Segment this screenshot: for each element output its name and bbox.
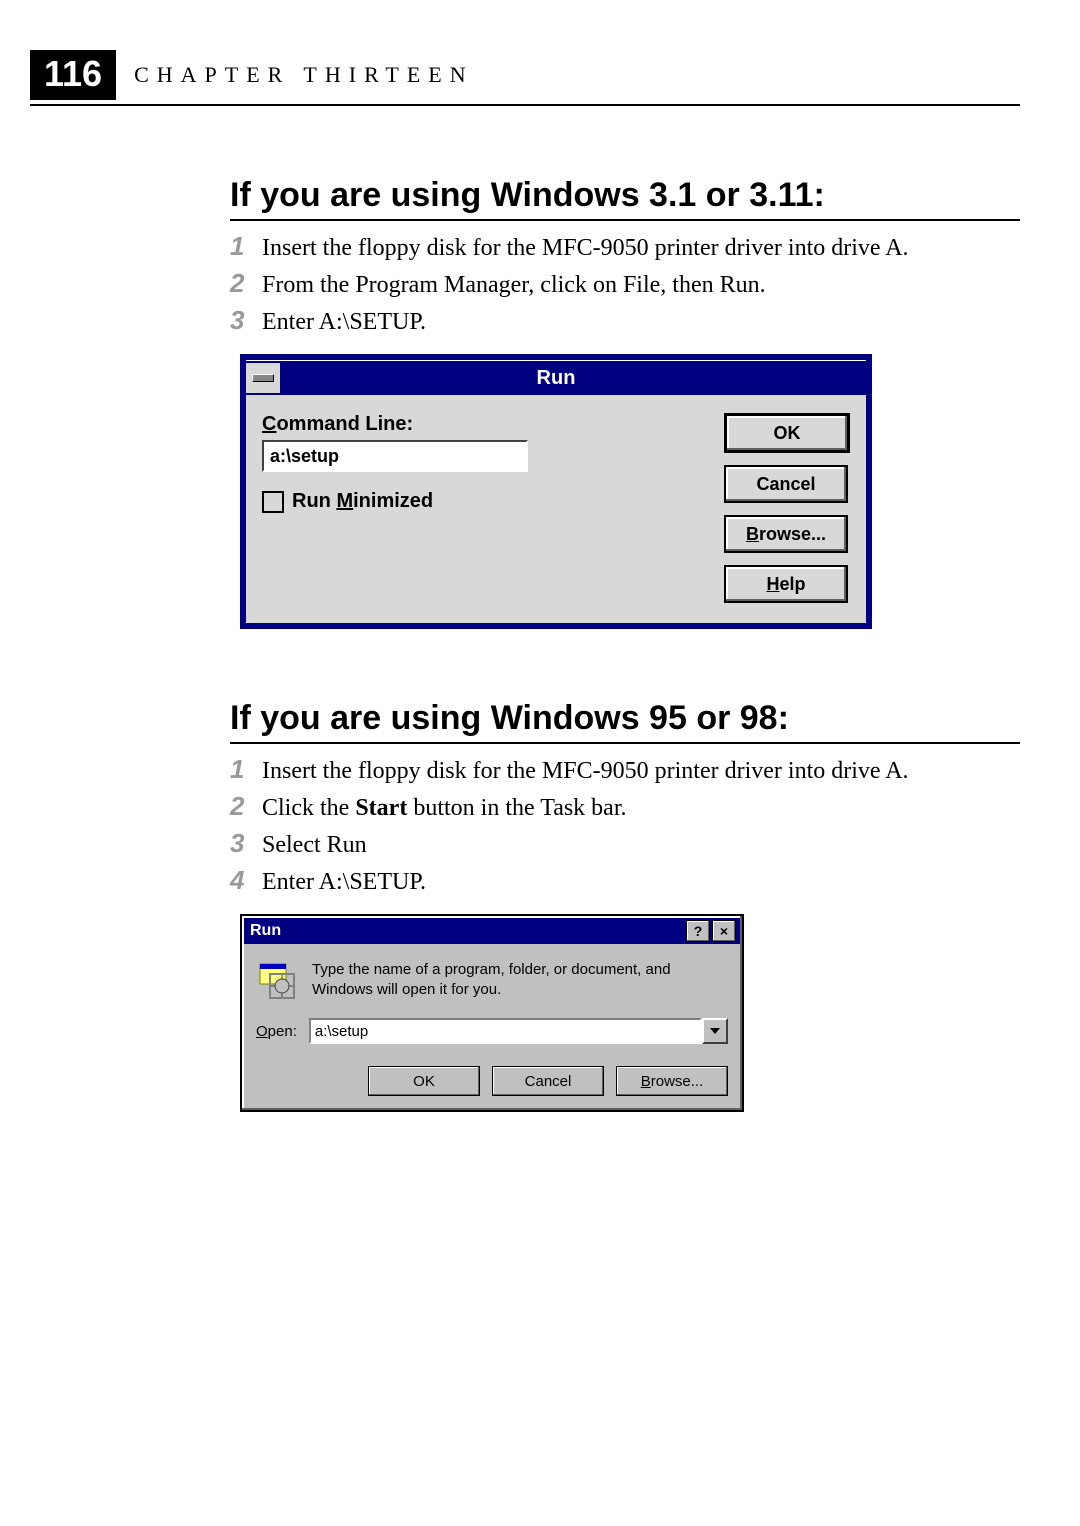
step-text: Insert the floppy disk for the MFC-9050 … bbox=[262, 758, 909, 785]
header-rule bbox=[30, 104, 1020, 106]
ok-button[interactable]: OK bbox=[368, 1066, 480, 1096]
section-rule bbox=[230, 219, 1020, 221]
cancel-button[interactable]: Cancel bbox=[492, 1066, 604, 1096]
page-number: 116 bbox=[30, 50, 116, 100]
browse-button[interactable]: Browse... bbox=[616, 1066, 728, 1096]
close-icon[interactable]: × bbox=[712, 920, 736, 942]
help-button[interactable]: Help bbox=[724, 565, 848, 603]
step-number: 1 bbox=[230, 754, 250, 785]
cancel-button[interactable]: Cancel bbox=[724, 465, 848, 503]
step-1: 1 Insert the floppy disk for the MFC-905… bbox=[230, 754, 1020, 785]
step-3: 3 Enter A:\SETUP. bbox=[230, 305, 1020, 336]
dropdown-button[interactable] bbox=[702, 1018, 728, 1044]
section-title-win95: If you are using Windows 95 or 98: bbox=[230, 699, 1020, 738]
step-number: 3 bbox=[230, 305, 250, 336]
step-text: From the Program Manager, click on File,… bbox=[262, 272, 766, 299]
step-4: 4 Enter A:\SETUP. bbox=[230, 865, 1020, 896]
step-1: 1 Insert the floppy disk for the MFC-905… bbox=[230, 231, 1020, 262]
step-text: Insert the floppy disk for the MFC-9050 … bbox=[262, 235, 909, 262]
step-number: 1 bbox=[230, 231, 250, 262]
section-rule bbox=[230, 742, 1020, 744]
command-line-label: Command Line: bbox=[262, 413, 706, 436]
open-input[interactable] bbox=[309, 1018, 702, 1044]
run-minimized-checkbox[interactable] bbox=[262, 491, 284, 513]
run-dialog-win31: Run Command Line: Run Minimized bbox=[240, 354, 872, 629]
run-program-icon bbox=[256, 960, 298, 1002]
help-icon[interactable]: ? bbox=[686, 920, 710, 942]
run-minimized-label: Run Minimized bbox=[292, 490, 433, 513]
dialog-title: Run bbox=[250, 922, 281, 940]
browse-button[interactable]: Browse... bbox=[724, 515, 848, 553]
dialog-message: Type the name of a program, folder, or d… bbox=[312, 960, 728, 999]
dialog-title: Run bbox=[246, 367, 866, 390]
step-2: 2 From the Program Manager, click on Fil… bbox=[230, 268, 1020, 299]
step-2: 2 Click the Start button in the Task bar… bbox=[230, 791, 1020, 822]
titlebar[interactable]: Run ? × bbox=[244, 918, 740, 944]
step-text: Select Run bbox=[262, 832, 367, 859]
step-text: Enter A:\SETUP. bbox=[262, 869, 426, 896]
step-number: 2 bbox=[230, 268, 250, 299]
run-dialog-win95: Run ? × bbox=[240, 914, 744, 1112]
step-text: Enter A:\SETUP. bbox=[262, 309, 426, 336]
titlebar[interactable]: Run bbox=[246, 360, 866, 395]
section-title-win31: If you are using Windows 3.1 or 3.11: bbox=[230, 176, 1020, 215]
command-line-input[interactable] bbox=[262, 440, 528, 472]
step-number: 2 bbox=[230, 791, 250, 822]
step-3: 3 Select Run bbox=[230, 828, 1020, 859]
step-text: Click the Start button in the Task bar. bbox=[262, 795, 627, 822]
step-number: 4 bbox=[230, 865, 250, 896]
ok-button[interactable]: OK bbox=[724, 413, 850, 453]
chevron-down-icon bbox=[710, 1028, 720, 1034]
open-label: Open: bbox=[256, 1023, 297, 1040]
chapter-label: CHAPTER THIRTEEN bbox=[134, 62, 474, 88]
step-number: 3 bbox=[230, 828, 250, 859]
